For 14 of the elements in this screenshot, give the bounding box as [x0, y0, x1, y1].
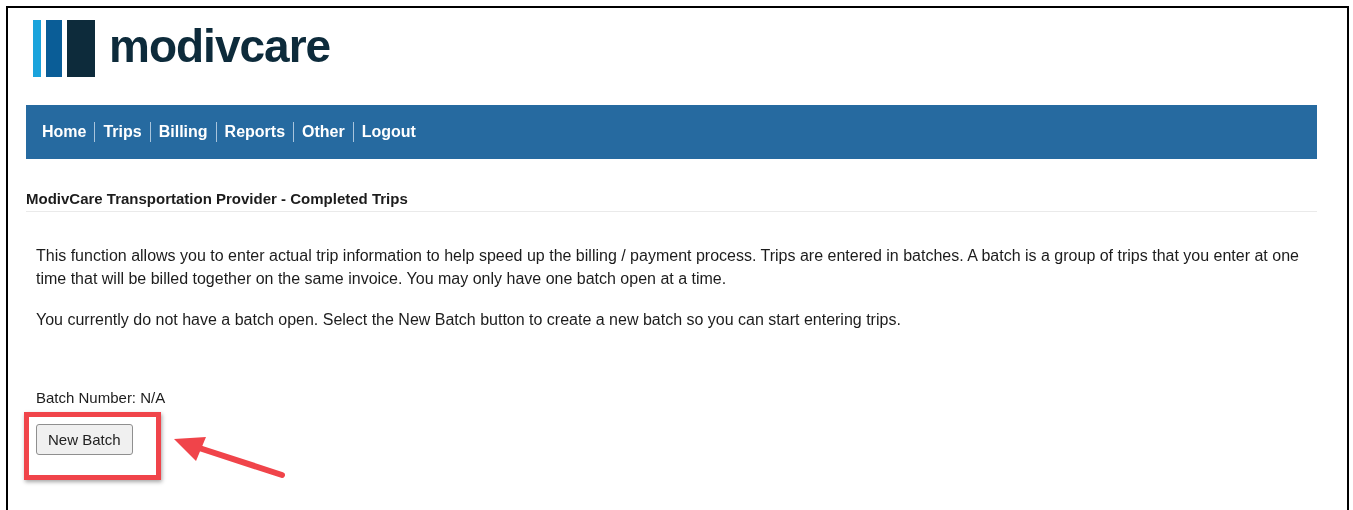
logo-bars-icon [33, 20, 95, 77]
arrow-icon [172, 435, 288, 481]
nav-link[interactable]: Other [293, 122, 353, 142]
nav-link[interactable]: Home [36, 122, 95, 142]
new-batch-button[interactable]: New Batch [36, 424, 133, 455]
nav-link[interactable]: Trips [94, 122, 150, 142]
batch-number: Batch Number: N/A [36, 389, 167, 406]
nav-link[interactable]: Billing [149, 122, 216, 142]
page-title: ModivCare Transportation Provider - Completed Trips [26, 190, 1317, 212]
paragraph: This function allows you to enter actual trip information to help speed up the billing / payment process. Trips are entered in batches. A batch is a group of trips that you enter at one time that will be billed together on the same invoice. You may only have one batch open at a time. [36, 246, 1300, 289]
logo-text: modivcare [109, 22, 331, 74]
nav-link[interactable]: Logout [352, 122, 424, 142]
paragraph: You currently do not have a batch open. Select the New Batch button to create a new batch so you can start entering trips. [36, 310, 902, 330]
nav-link[interactable]: Reports [215, 122, 294, 142]
